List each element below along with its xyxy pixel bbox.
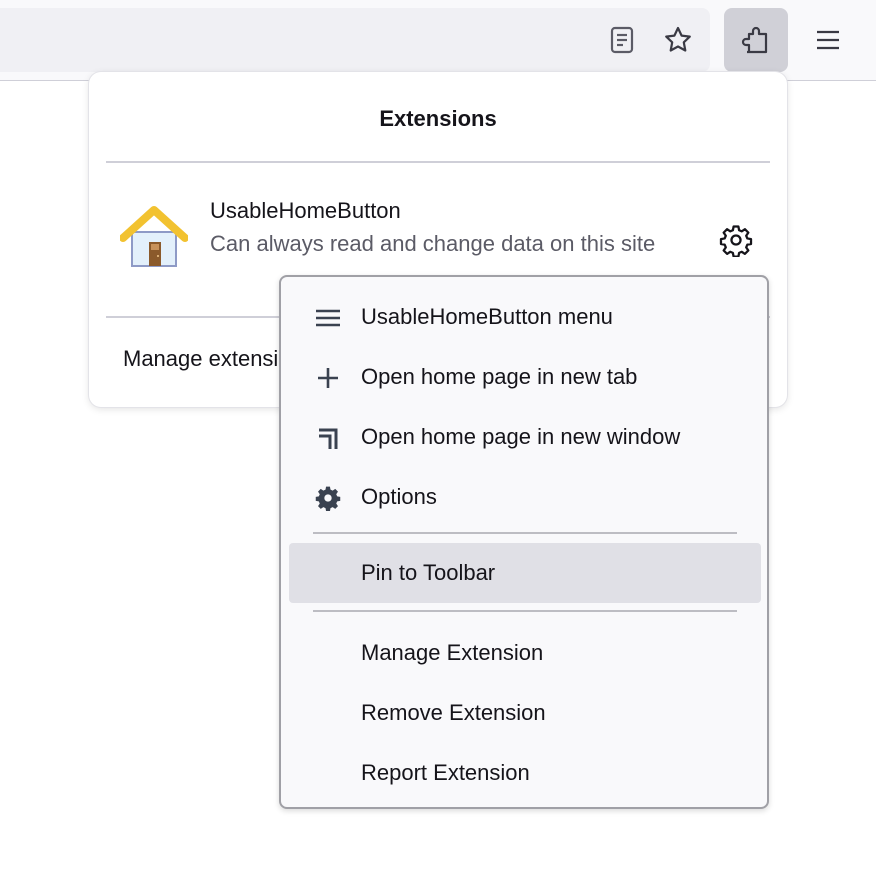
gear-icon (719, 225, 753, 257)
star-icon (665, 26, 691, 52)
menu-item-remove-extension[interactable]: Remove Extension (289, 683, 761, 743)
hamburger-menu-icon (817, 30, 839, 50)
extension-context-menu: UsableHomeButton menu Open home page in … (279, 275, 769, 809)
menu-item-manage-extension[interactable]: Manage Extension (289, 623, 761, 683)
menu-item-label: Report Extension (361, 760, 530, 785)
menu-item-label: UsableHomeButton menu (361, 304, 613, 329)
menu-separator (313, 610, 737, 612)
menu-item-options[interactable]: Options (289, 467, 761, 527)
extensions-button[interactable] (724, 8, 788, 72)
menu-item-pin-to-toolbar[interactable]: Pin to Toolbar (289, 543, 761, 603)
menu-item-report-extension[interactable]: Report Extension (289, 743, 761, 803)
reader-view-button[interactable] (598, 16, 646, 64)
menu-item-label: Manage Extension (361, 640, 544, 665)
menu-item-label: Open home page in new window (361, 424, 681, 449)
extension-settings-button[interactable] (718, 222, 754, 258)
app-menu-button[interactable] (804, 16, 852, 64)
menu-lines-icon (315, 305, 341, 331)
menu-separator (313, 532, 737, 534)
bookmark-star-button[interactable] (654, 16, 702, 64)
house-icon (120, 206, 188, 267)
extension-name: UsableHomeButton (210, 198, 401, 223)
panel-divider (106, 161, 770, 163)
menu-item-label: Pin to Toolbar (361, 560, 496, 585)
menu-item-extension-menu[interactable]: UsableHomeButton menu (289, 287, 761, 347)
browser-toolbar (0, 0, 876, 81)
menu-item-open-new-tab[interactable]: Open home page in new tab (289, 347, 761, 407)
panel-title: Extensions (379, 106, 497, 131)
new-window-icon (315, 425, 341, 451)
menu-item-label: Open home page in new tab (361, 364, 638, 389)
puzzle-piece-icon (741, 26, 768, 54)
plus-icon (315, 365, 341, 391)
menu-item-label: Options (361, 484, 437, 509)
gear-icon (315, 485, 341, 511)
menu-item-open-new-window[interactable]: Open home page in new window (289, 407, 761, 467)
extension-permission-description: Can always read and change data on this … (210, 231, 656, 256)
reader-view-icon (610, 26, 634, 54)
menu-item-label: Remove Extension (361, 700, 546, 725)
